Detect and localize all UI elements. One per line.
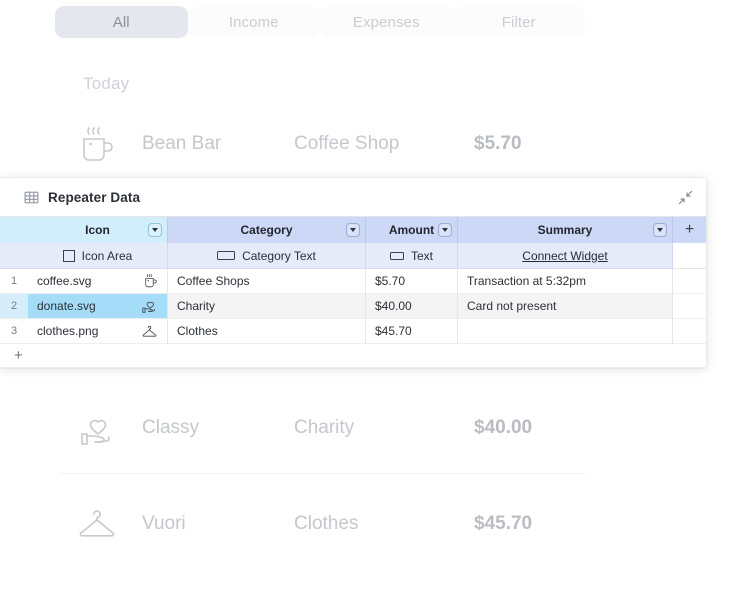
grid-table-icon	[24, 190, 39, 205]
cell-icon[interactable]: clothes.png	[28, 319, 168, 344]
cell-icon-value: donate.svg	[37, 299, 96, 313]
collapse-arrows-icon[interactable]	[674, 186, 696, 208]
chevron-down-icon[interactable]	[653, 223, 667, 237]
transaction-amount: $5.70	[474, 133, 522, 155]
rectangle-shape-icon	[217, 251, 235, 260]
field-type-category-text-label: Category Text	[242, 249, 316, 263]
field-type-summary[interactable]: Connect Widget	[458, 243, 673, 269]
panel-titlebar: Repeater Data	[0, 178, 706, 216]
table-row[interactable]: 3 clothes.png Clothes $45.70	[0, 319, 706, 344]
connect-widget-link[interactable]: Connect Widget	[522, 249, 607, 263]
transaction-category: Clothes	[294, 513, 474, 535]
chevron-down-icon[interactable]	[438, 223, 452, 237]
cell-summary[interactable]	[458, 319, 673, 344]
transaction-category: Charity	[294, 417, 474, 439]
clothes-hanger-icon	[141, 324, 158, 339]
tab-all[interactable]: All	[55, 6, 188, 38]
tab-all-label: All	[113, 14, 130, 31]
tab-filter-label: Filter	[502, 14, 536, 31]
filter-tab-bar: All Income Expenses Filter	[55, 6, 585, 38]
column-header-icon[interactable]: Icon	[28, 217, 168, 243]
cell-icon[interactable]: donate.svg	[28, 294, 168, 319]
cell-amount[interactable]: $5.70	[366, 269, 458, 294]
field-type-icon-area-label: Icon Area	[82, 249, 133, 263]
cell-category[interactable]: Clothes	[168, 319, 366, 344]
cell-amount[interactable]: $45.70	[366, 319, 458, 344]
table-row[interactable]: 1 coffee.svg Coffee Shops $5.70 Transact…	[0, 269, 706, 294]
row-number[interactable]: 2	[0, 294, 28, 319]
transaction-amount: $40.00	[474, 417, 532, 439]
field-type-text[interactable]: Text	[366, 243, 458, 269]
tab-income[interactable]: Income	[188, 6, 321, 38]
row-number[interactable]: 3	[0, 319, 28, 344]
repeater-data-panel: Repeater Data Icon Category Amount	[0, 178, 706, 368]
coffee-cup-icon	[143, 273, 158, 289]
field-type-category-text[interactable]: Category Text	[168, 243, 366, 269]
column-header-summary-label: Summary	[538, 223, 593, 237]
row-end-spacer	[673, 294, 706, 319]
donate-hand-heart-icon	[141, 298, 158, 314]
cell-amount[interactable]: $40.00	[366, 294, 458, 319]
field-row-corner	[0, 243, 28, 269]
grid-header-row: Icon Category Amount Summary +	[0, 217, 706, 243]
transaction-divider	[60, 473, 585, 474]
transaction-row[interactable]: Vuori Clothes $45.70	[60, 476, 585, 572]
transaction-row[interactable]: Classy Charity $40.00	[60, 380, 585, 476]
column-header-icon-label: Icon	[85, 223, 110, 237]
field-type-icon-area[interactable]: Icon Area	[28, 243, 168, 269]
transaction-amount: $45.70	[474, 513, 532, 535]
section-header-today: Today	[83, 74, 129, 94]
panel-title: Repeater Data	[48, 190, 140, 205]
donate-hand-heart-icon	[60, 406, 134, 450]
cell-icon[interactable]: coffee.svg	[28, 269, 168, 294]
row-end-spacer	[673, 319, 706, 344]
chevron-down-icon[interactable]	[148, 223, 162, 237]
tab-filter[interactable]: Filter	[453, 6, 586, 38]
cell-category[interactable]: Charity	[168, 294, 366, 319]
table-row[interactable]: 2 donate.svg Charity $40.00 Card not pre…	[0, 294, 706, 319]
cell-icon-value: clothes.png	[37, 324, 98, 338]
row-number[interactable]: 1	[0, 269, 28, 294]
add-row-button[interactable]: +	[0, 344, 706, 368]
field-type-text-label: Text	[411, 249, 433, 263]
grid-corner-cell	[0, 217, 28, 243]
tab-expenses[interactable]: Expenses	[320, 6, 453, 38]
column-header-amount-label: Amount	[389, 223, 434, 237]
coffee-cup-icon	[60, 122, 134, 166]
cell-category[interactable]: Coffee Shops	[168, 269, 366, 294]
tab-expenses-label: Expenses	[353, 14, 420, 31]
clothes-hanger-icon	[60, 504, 134, 544]
square-shape-icon	[63, 250, 75, 262]
cell-summary[interactable]: Transaction at 5:32pm	[458, 269, 673, 294]
transaction-merchant: Vuori	[134, 513, 294, 535]
column-header-amount[interactable]: Amount	[366, 217, 458, 243]
cell-summary[interactable]: Card not present	[458, 294, 673, 319]
column-header-category-label: Category	[240, 223, 292, 237]
add-column-button[interactable]: +	[673, 217, 706, 243]
cell-icon-value: coffee.svg	[37, 274, 91, 288]
transaction-merchant: Bean Bar	[134, 133, 294, 155]
field-row-plus-spacer	[673, 243, 706, 269]
chevron-down-icon[interactable]	[346, 223, 360, 237]
transaction-category: Coffee Shop	[294, 133, 474, 155]
repeater-data-grid: Icon Category Amount Summary + Ic	[0, 216, 706, 368]
column-header-summary[interactable]: Summary	[458, 217, 673, 243]
grid-field-type-row: Icon Area Category Text Text Connect Wid…	[0, 243, 706, 269]
row-end-spacer	[673, 269, 706, 294]
column-header-category[interactable]: Category	[168, 217, 366, 243]
rectangle-shape-icon	[390, 252, 404, 260]
tab-income-label: Income	[229, 14, 279, 31]
transaction-merchant: Classy	[134, 417, 294, 439]
